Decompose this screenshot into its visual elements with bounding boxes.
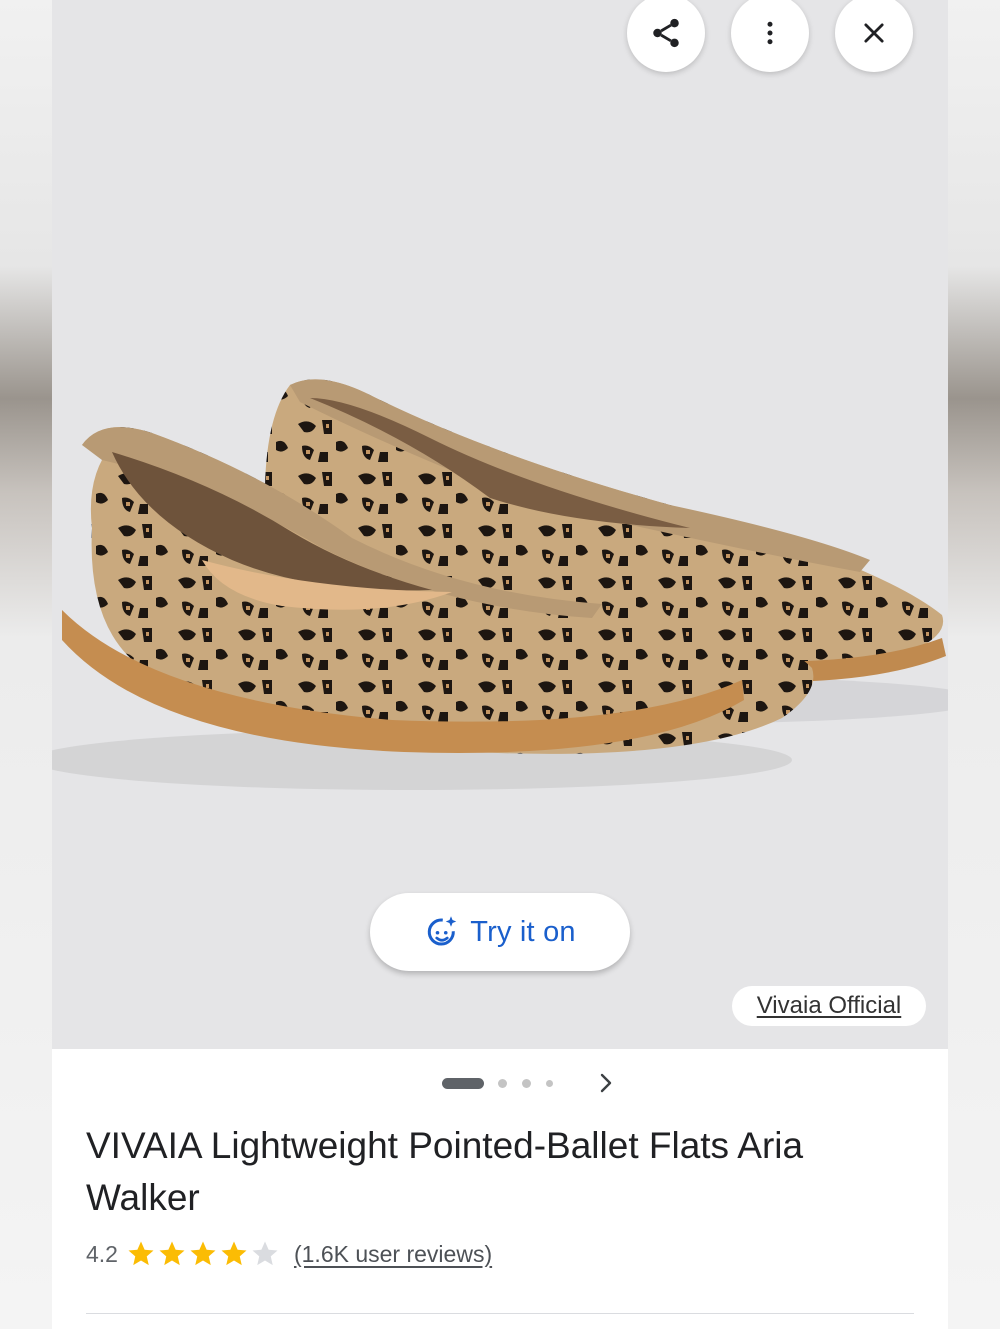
user-reviews-link[interactable]: (1.6K user reviews) xyxy=(294,1241,492,1268)
carousel-dot xyxy=(546,1080,553,1087)
blurred-background-right xyxy=(948,0,1000,1329)
star-full-icon xyxy=(221,1241,247,1266)
face-sparkle-icon xyxy=(428,916,457,946)
star-full-icon xyxy=(159,1241,185,1266)
carousel-dot-active xyxy=(442,1078,484,1089)
carousel-dot xyxy=(522,1079,531,1088)
carousel-next-button[interactable] xyxy=(592,1068,620,1098)
product-sheet: Try it on Vivaia Official VIVAIA Lightwe… xyxy=(52,0,948,1329)
rating-value: 4.2 xyxy=(86,1240,118,1267)
star-empty-icon xyxy=(252,1241,278,1266)
source-link-chip[interactable]: Vivaia Official xyxy=(732,986,926,1026)
star-rating xyxy=(126,1239,280,1269)
rating-row: 4.2 (1.6K user reviews) xyxy=(86,1236,492,1272)
source-label: Vivaia Official xyxy=(756,992,902,1019)
star-full-icon xyxy=(190,1241,216,1266)
star-full-icon xyxy=(128,1241,154,1266)
share-icon xyxy=(653,18,679,48)
image-carousel-indicator xyxy=(442,1068,642,1098)
close-icon xyxy=(864,23,884,43)
product-title: VIVAIA Lightweight Pointed-Ballet Flats … xyxy=(86,1125,804,1218)
more-vertical-icon xyxy=(767,21,773,45)
blurred-background-left xyxy=(0,0,52,1329)
try-it-on-button[interactable]: Try it on xyxy=(370,893,630,971)
carousel-dot xyxy=(498,1079,507,1088)
divider xyxy=(86,1313,914,1314)
product-media: Try it on Vivaia Official xyxy=(52,0,948,1049)
chevron-right-icon xyxy=(600,1073,612,1093)
product-image[interactable] xyxy=(52,0,948,1049)
try-it-on-label: Try it on xyxy=(470,915,576,948)
